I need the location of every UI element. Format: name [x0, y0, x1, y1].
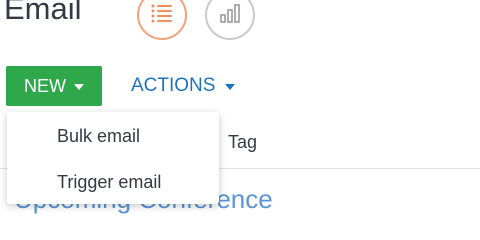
actions-button-label: ACTIONS	[131, 75, 216, 96]
email-section-page: Email NEW ACTIONS Tag Bulk email Trigger…	[0, 0, 480, 239]
chart-view-button[interactable]	[205, 0, 255, 40]
new-button-label: NEW	[24, 75, 66, 96]
page-title: Email	[4, 0, 82, 26]
list-icon	[150, 3, 174, 28]
actions-button[interactable]: ACTIONS	[131, 66, 236, 106]
menu-item-bulk-email[interactable]: Bulk email	[57, 126, 140, 147]
new-button[interactable]: NEW	[6, 66, 102, 106]
column-header-tag: Tag	[228, 132, 258, 152]
chevron-down-icon	[225, 84, 236, 90]
bar-chart-icon	[219, 2, 241, 29]
chevron-down-icon	[74, 84, 84, 90]
menu-item-trigger-email[interactable]: Trigger email	[57, 172, 161, 193]
list-view-button[interactable]	[137, 0, 187, 40]
new-dropdown-menu: Bulk email Trigger email	[7, 112, 219, 204]
